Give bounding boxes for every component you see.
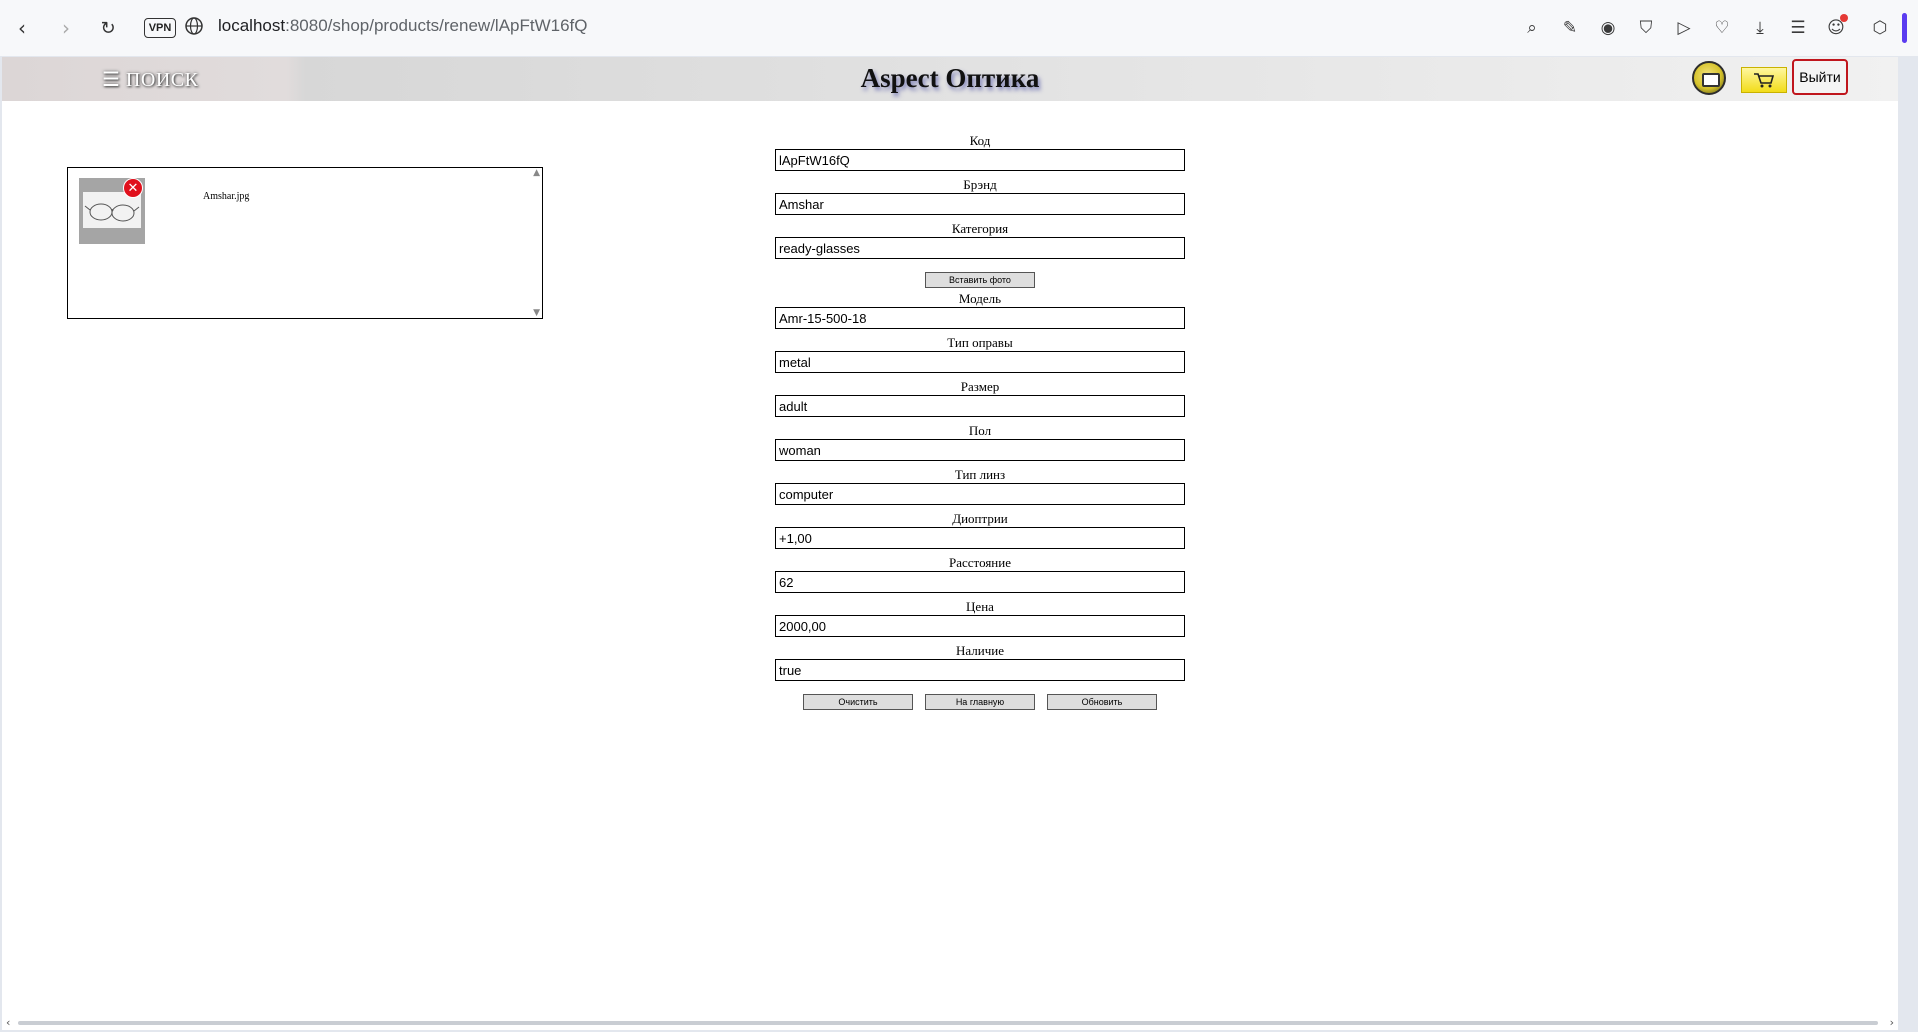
- update-button[interactable]: Обновить: [1047, 694, 1157, 710]
- form-actions: Очистить На главную Обновить: [775, 692, 1185, 710]
- profile-avatar[interactable]: [1692, 61, 1726, 95]
- diopters-input[interactable]: [775, 527, 1185, 549]
- diopters-label: Диоптрии: [952, 511, 1008, 526]
- size-label: Размер: [960, 379, 1000, 394]
- browser-toolbar: ‹ › ↻ VPN localhost:8080/shop/products/r…: [0, 0, 1918, 56]
- scroll-left-icon[interactable]: ‹: [6, 1016, 10, 1029]
- frame-type-label: Тип оправы: [947, 335, 1013, 350]
- forward-icon[interactable]: ›: [52, 14, 80, 42]
- price-label: Цена: [966, 599, 994, 614]
- scroll-up-icon[interactable]: ▲: [533, 168, 540, 178]
- availability-label: Наличие: [956, 643, 1004, 658]
- cube-icon[interactable]: ⬡: [1866, 14, 1894, 42]
- brand-input[interactable]: [775, 193, 1185, 215]
- price-input[interactable]: [775, 615, 1185, 637]
- notification-dot: [1840, 14, 1848, 22]
- extensions-panel: ⬡: [1866, 12, 1912, 44]
- cart-button[interactable]: [1741, 67, 1787, 93]
- vpn-badge[interactable]: VPN: [144, 18, 176, 38]
- photo-thumbnail[interactable]: ✕: [79, 178, 145, 244]
- brand-label: Брэнд: [963, 177, 997, 192]
- availability-input[interactable]: [775, 659, 1185, 681]
- clear-button[interactable]: Очистить: [803, 694, 913, 710]
- size-input[interactable]: [775, 395, 1185, 417]
- model-input[interactable]: [775, 307, 1185, 329]
- profile-icon[interactable]: ☺: [1822, 14, 1850, 42]
- gender-label: Пол: [968, 423, 992, 438]
- scrollbar-thumb[interactable]: [18, 1021, 1878, 1025]
- address-bar[interactable]: localhost:8080/shop/products/renew/lApFt…: [218, 16, 588, 36]
- camera-icon[interactable]: ◉: [1594, 14, 1622, 42]
- download-icon[interactable]: ⤓: [1746, 14, 1774, 42]
- site-header: ☰ ПОИСК Aspect Оптика Выйти: [2, 57, 1898, 101]
- sidebar-toggle[interactable]: [1902, 13, 1907, 43]
- home-button[interactable]: На главную: [925, 694, 1035, 710]
- page-viewport: ☰ ПОИСК Aspect Оптика Выйти ✕ Amshar.jpg…: [2, 57, 1898, 1023]
- back-icon[interactable]: ‹: [8, 14, 36, 42]
- browser-tools: ⌕ ✎ ◉ ⛉ ▷ ♡ ⤓ ☰ ☺: [1518, 14, 1850, 42]
- insert-photo-button[interactable]: Вставить фото: [925, 272, 1035, 288]
- reload-icon[interactable]: ↻: [94, 14, 122, 42]
- scroll-down-icon[interactable]: ▼: [533, 308, 540, 318]
- photo-file-name: Amshar.jpg: [203, 191, 250, 202]
- frame-type-input[interactable]: [775, 351, 1185, 373]
- gender-input[interactable]: [775, 439, 1185, 461]
- code-input[interactable]: [775, 149, 1185, 171]
- edit-icon[interactable]: ✎: [1556, 14, 1584, 42]
- menu-icon[interactable]: ☰: [1784, 14, 1812, 42]
- site-title: Aspect Оптика: [860, 63, 1040, 93]
- shield-icon[interactable]: ⛉: [1632, 14, 1660, 42]
- model-label: Модель: [958, 291, 1002, 306]
- remove-photo-icon[interactable]: ✕: [123, 178, 143, 198]
- distance-label: Расстояние: [949, 555, 1011, 570]
- category-input[interactable]: [775, 237, 1185, 259]
- cart-icon: [1754, 73, 1775, 88]
- product-form: Код Брэнд Категория Вставить фото Модель…: [775, 134, 1185, 710]
- category-label: Категория: [951, 221, 1009, 236]
- logout-button[interactable]: Выйти: [1792, 59, 1848, 95]
- lens-type-label: Тип линз: [954, 467, 1006, 482]
- photo-list[interactable]: ✕ Amshar.jpg ▲ ▼: [67, 167, 543, 319]
- insert-photo-row: Вставить фото: [775, 270, 1185, 288]
- code-label: Код: [969, 133, 991, 148]
- scroll-right-icon[interactable]: ›: [1890, 1016, 1894, 1029]
- globe-icon: [185, 17, 203, 35]
- distance-input[interactable]: [775, 571, 1185, 593]
- lens-type-input[interactable]: [775, 483, 1185, 505]
- heart-icon[interactable]: ♡: [1708, 14, 1736, 42]
- send-icon[interactable]: ▷: [1670, 14, 1698, 42]
- url-host: localhost: [218, 16, 286, 35]
- horizontal-scrollbar[interactable]: ‹ ›: [2, 1016, 1898, 1030]
- search-page-icon[interactable]: ⌕: [1518, 14, 1546, 42]
- url-path: :8080/shop/products/renew/lApFtW16fQ: [285, 16, 588, 35]
